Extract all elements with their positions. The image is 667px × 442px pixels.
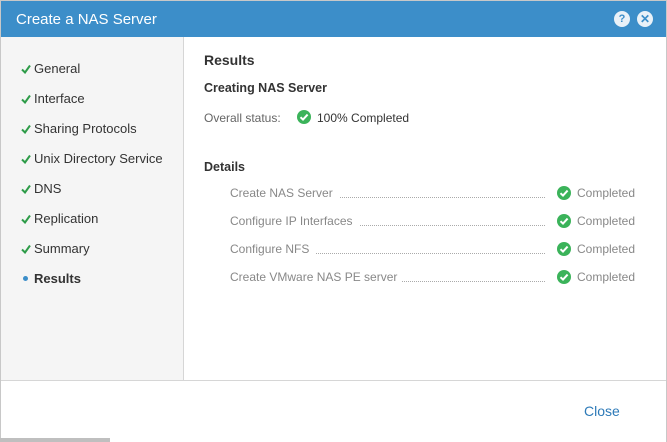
sidebar-item-label: Replication	[34, 211, 99, 226]
task-name: Create NAS Server	[230, 186, 333, 200]
dotted-leader	[316, 253, 545, 254]
section-heading-details: Details	[204, 160, 245, 174]
sidebar-item-label: DNS	[34, 181, 62, 196]
success-check-icon	[297, 110, 311, 124]
sidebar-item-label: Results	[34, 271, 81, 286]
table-row: Configure NFS Completed	[230, 241, 635, 259]
task-name: Configure NFS	[230, 242, 310, 256]
page-title: Results	[204, 52, 255, 68]
sidebar-item-general[interactable]: General	[1, 59, 181, 79]
sidebar-item-interface[interactable]: Interface	[1, 89, 181, 109]
success-check-icon	[557, 242, 571, 256]
sidebar-item-dns[interactable]: DNS	[1, 179, 181, 199]
sidebar-item-results[interactable]: Results	[1, 269, 181, 289]
task-status: Completed	[577, 270, 636, 284]
check-icon	[21, 122, 31, 135]
check-icon	[21, 242, 31, 255]
dotted-leader	[402, 281, 545, 282]
check-icon	[21, 62, 31, 75]
task-status: Completed	[577, 214, 636, 228]
sidebar-item-label: Unix Directory Service	[34, 151, 163, 166]
close-icon[interactable]: ✕	[637, 11, 653, 27]
dialog-title: Create a NAS Server	[16, 11, 157, 28]
wizard-steps-sidebar: General Interface Sharing Protocols Unix…	[1, 37, 184, 380]
dialog-footer: Close	[1, 380, 666, 442]
current-step-dot-icon	[23, 276, 28, 281]
check-icon	[21, 182, 31, 195]
success-check-icon	[557, 270, 571, 284]
sidebar-item-label: Interface	[34, 91, 85, 106]
check-icon	[21, 152, 31, 165]
sidebar-item-unix-directory-service[interactable]: Unix Directory Service	[1, 149, 181, 169]
sidebar-item-label: Sharing Protocols	[34, 121, 137, 136]
check-icon	[21, 92, 31, 105]
table-row: Create NAS Server Completed	[230, 185, 635, 203]
task-name: Create VMware NAS PE server	[230, 270, 398, 284]
help-icon[interactable]: ?	[614, 11, 630, 27]
overall-status-label: Overall status:	[204, 111, 281, 125]
success-check-icon	[557, 186, 571, 200]
table-row: Configure IP Interfaces Completed	[230, 213, 635, 231]
overall-status-value: 100% Completed	[317, 111, 410, 125]
dotted-leader	[340, 197, 545, 198]
dotted-leader	[360, 225, 545, 226]
success-check-icon	[557, 214, 571, 228]
sidebar-item-replication[interactable]: Replication	[1, 209, 181, 229]
results-panel: Results Creating NAS Server Overall stat…	[184, 37, 666, 380]
create-nas-server-dialog: Create a NAS Server ? ✕ General Interfac…	[0, 0, 667, 442]
task-status: Completed	[577, 186, 636, 200]
task-status: Completed	[577, 242, 636, 256]
sidebar-item-label: Summary	[34, 241, 90, 256]
scrollbar-shadow	[0, 438, 110, 442]
sidebar-item-sharing-protocols[interactable]: Sharing Protocols	[1, 119, 181, 139]
close-button[interactable]: Close	[584, 403, 620, 419]
task-name: Configure IP Interfaces	[230, 214, 353, 228]
check-icon	[21, 212, 31, 225]
dialog-titlebar: Create a NAS Server ? ✕	[1, 1, 666, 37]
sidebar-item-summary[interactable]: Summary	[1, 239, 181, 259]
table-row: Create VMware NAS PE server Completed	[230, 269, 635, 287]
sidebar-item-label: General	[34, 61, 81, 76]
section-heading-creating: Creating NAS Server	[204, 81, 327, 95]
